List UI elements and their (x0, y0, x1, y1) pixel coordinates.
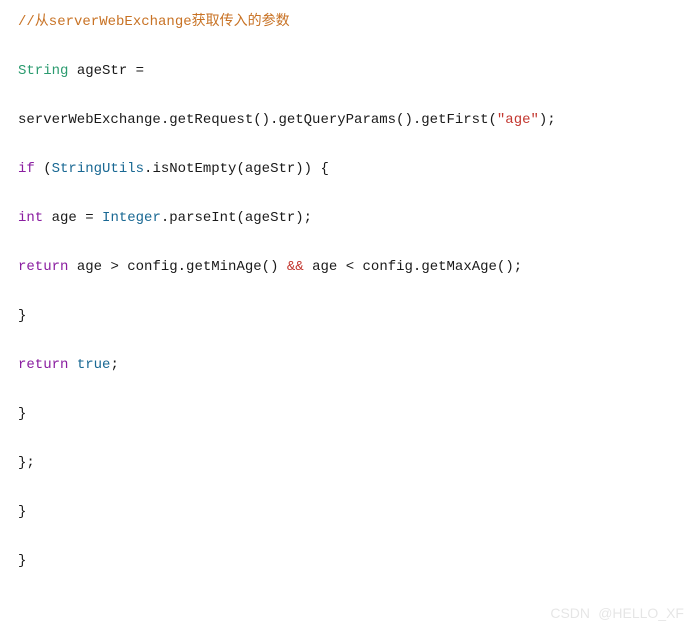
keyword-int: int (18, 210, 43, 226)
code-line-if: if (StringUtils.isNotEmpty(ageStr)) { (18, 159, 680, 180)
var-age: age (43, 210, 85, 226)
keyword-return2: return (18, 357, 68, 373)
keyword-return: return (18, 259, 68, 275)
watermark-csdn: CSDN (550, 603, 590, 624)
close-brace3: } (18, 504, 26, 520)
op-and: && (287, 259, 304, 275)
comment-text: //从serverWebExchange获取传入的参数 (18, 14, 290, 30)
class-integer: Integer (102, 210, 161, 226)
expr-maxage: config.getMaxAge(); (354, 259, 522, 275)
code-line-return-true: return true; (18, 355, 680, 376)
close-brace4: } (18, 553, 26, 569)
literal-true: true (77, 357, 111, 373)
keyword-if: if (18, 161, 35, 177)
code-line-int: int age = Integer.parseInt(ageStr); (18, 208, 680, 229)
code-line-chain: serverWebExchange.getRequest().getQueryP… (18, 110, 680, 131)
code-line-comment: //从serverWebExchange获取传入的参数 (18, 12, 680, 33)
code-line-brace2: } (18, 404, 680, 425)
watermark-author: @HELLO_XF (598, 603, 684, 624)
line-end: ); (539, 112, 556, 128)
close-brace-semi: }; (18, 455, 35, 471)
op-gt: > (110, 259, 118, 275)
close-brace: } (18, 308, 26, 324)
space (68, 357, 76, 373)
paren-open: ( (35, 161, 52, 177)
if-condition: .isNotEmpty(ageStr)) { (144, 161, 329, 177)
code-line-brace-semi: }; (18, 453, 680, 474)
code-line-decl: String ageStr = (18, 61, 680, 82)
close-brace2: } (18, 406, 26, 422)
type-string: String (18, 63, 68, 79)
code-line-brace3: } (18, 502, 680, 523)
expr-age1: age (68, 259, 110, 275)
code-line-return-expr: return age > config.getMinAge() && age <… (18, 257, 680, 278)
code-line-brace4: } (18, 551, 680, 572)
string-literal: "age" (497, 112, 539, 128)
expr-minage: config.getMinAge() (119, 259, 287, 275)
semicolon: ; (110, 357, 118, 373)
equals: = (136, 63, 144, 79)
var-name: ageStr (68, 63, 135, 79)
expr-age2: age (304, 259, 346, 275)
code-line-brace1: } (18, 306, 680, 327)
parseint-call: .parseInt(ageStr); (161, 210, 312, 226)
method-chain: serverWebExchange.getRequest().getQueryP… (18, 112, 497, 128)
equals2: = (85, 210, 102, 226)
class-stringutils: StringUtils (52, 161, 144, 177)
op-lt: < (346, 259, 354, 275)
